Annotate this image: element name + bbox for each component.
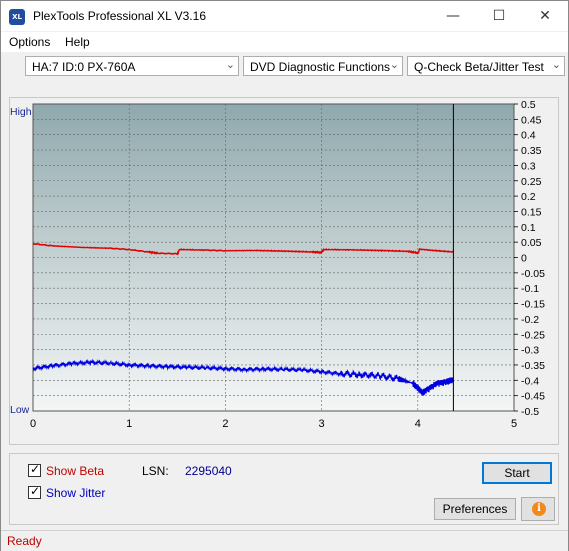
y-tick-label: 0 [521, 253, 527, 265]
y-tick-label: -0.05 [521, 268, 545, 280]
y-tick-label: 0.45 [521, 114, 542, 126]
y-tick-label: 0.25 [521, 176, 542, 188]
show-beta-label[interactable]: Show Beta [46, 464, 104, 478]
y-tick-label: -0.3 [521, 345, 539, 357]
toolbar: HA:7 ID:0 PX-760A ⌄ DVD Diagnostic Funct… [1, 53, 568, 81]
check-icon: ✓ [30, 484, 41, 498]
minimize-icon[interactable]: — [430, 1, 476, 31]
show-jitter-label[interactable]: Show Jitter [46, 486, 105, 500]
drive-select-value: HA:7 ID:0 PX-760A [32, 60, 136, 74]
check-icon: ✓ [30, 462, 41, 476]
y-tick-label: -0.25 [521, 329, 545, 341]
info-button[interactable]: i [521, 497, 555, 521]
show-jitter-checkbox[interactable]: ✓ [28, 484, 41, 499]
grid-lines [33, 104, 514, 411]
maximize-icon[interactable]: ☐ [476, 1, 522, 31]
y-tick-label: 0.2 [521, 191, 536, 203]
app-window: XL PlexTools Professional XL V3.16 — ☐ ✕… [0, 0, 569, 551]
menu-options[interactable]: Options [9, 35, 50, 49]
status-text: Ready [7, 534, 42, 548]
x-tick-label: 2 [222, 418, 228, 430]
y-tick-label: 0.15 [521, 206, 542, 218]
test-select-value: Q-Check Beta/Jitter Test [414, 60, 544, 74]
high-label: High [10, 106, 32, 118]
drive-select[interactable]: HA:7 ID:0 PX-760A ⌄ [25, 56, 239, 76]
y-tick-label: 0.5 [521, 99, 536, 111]
lsn-value: 2295040 [185, 464, 232, 478]
lsn-label: LSN: [142, 464, 169, 478]
chart-panel: 0.5 0.45 0.4 0.35 0.3 0.25 0.2 0.15 0.1 0.05 0 -0.0… [9, 97, 559, 445]
beta-jitter-chart: 0.5 0.45 0.4 0.35 0.3 0.25 0.2 0.15 0.1 0.05 0 -0.0… [10, 99, 545, 430]
window-title: PlexTools Professional XL V3.16 [33, 9, 206, 23]
y-tick-label: 0.1 [521, 222, 536, 234]
y-tick-label: -0.1 [521, 283, 539, 295]
function-select[interactable]: DVD Diagnostic Functions ⌄ [243, 56, 403, 76]
chevron-down-icon: ⌄ [389, 58, 399, 71]
show-beta-checkbox[interactable]: ✓ [28, 462, 41, 477]
y-tick-label: -0.15 [521, 299, 545, 311]
info-icon: i [532, 502, 546, 516]
x-tick-label: 3 [319, 418, 325, 430]
y-tick-label: -0.45 [521, 391, 545, 403]
app-logo-icon: XL [9, 9, 25, 25]
y-tick-label: -0.5 [521, 406, 539, 418]
x-tick-label: 5 [511, 418, 517, 430]
x-tick-label: 1 [126, 418, 132, 430]
controls-panel: ✓ Show Beta ✓ Show Jitter LSN: 2295040 S… [9, 453, 559, 525]
status-bar: Ready [1, 530, 568, 551]
close-icon[interactable]: ✕ [522, 1, 568, 31]
x-tick-label: 4 [415, 418, 421, 430]
x-tick-label: 0 [30, 418, 36, 430]
chevron-down-icon: ⌄ [551, 58, 561, 71]
y-tick-label: 0.35 [521, 145, 542, 157]
title-bar: XL PlexTools Professional XL V3.16 — ☐ ✕ [1, 1, 568, 31]
menu-bar: Options Help [1, 32, 568, 52]
y-tick-label: -0.2 [521, 314, 539, 326]
y-tick-label: 0.05 [521, 237, 542, 249]
start-button[interactable]: Start [482, 462, 552, 484]
chevron-down-icon: ⌄ [225, 58, 235, 71]
low-label: Low [10, 404, 30, 416]
y-tick-label: -0.35 [521, 360, 545, 372]
menu-help[interactable]: Help [65, 35, 90, 49]
y-tick-label: 0.3 [521, 160, 536, 172]
function-select-value: DVD Diagnostic Functions [250, 60, 391, 74]
y-tick-label: 0.4 [521, 130, 536, 142]
test-select[interactable]: Q-Check Beta/Jitter Test ⌄ [407, 56, 565, 76]
preferences-button[interactable]: Preferences [434, 498, 516, 520]
y-tick-label: -0.4 [521, 375, 539, 387]
